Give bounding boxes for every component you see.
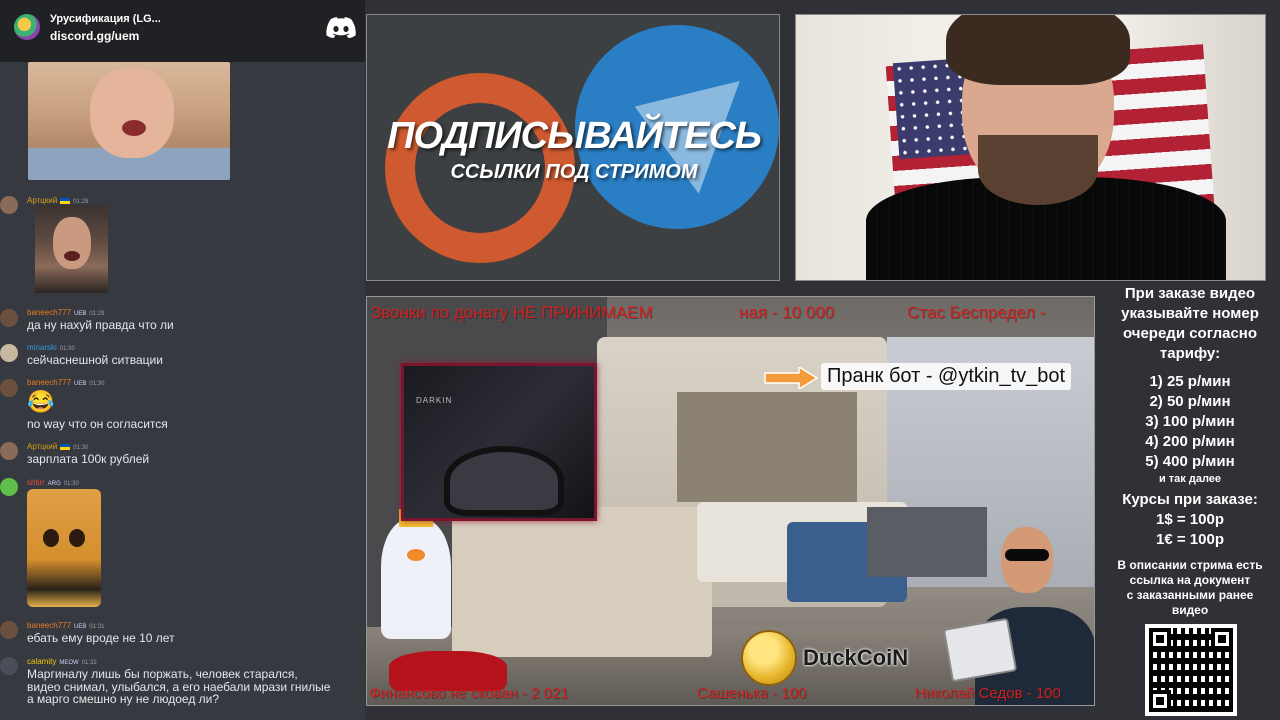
user-badge: UEB [74,311,87,317]
message-text: сейчаснешной ситвации [27,353,163,367]
chat-username[interactable]: Артцкий 01:30 [27,442,88,451]
stair-shelving [452,507,712,657]
message-time: 01:29 [89,311,105,317]
user-badge: MEOW [59,660,79,666]
username-text: baneech777 [27,308,72,317]
info-note-line: с заказанными ранее [1126,588,1254,602]
ice-king-figure [381,509,451,639]
server-avatar [14,14,40,40]
stream-scene: DARKIN Пранк бот - @ytkin_tv_bot Звонки … [366,296,1095,706]
tariff-item: 5) 400 р/мин [1145,453,1235,470]
donation-ticker-bottom-right: Николай Седов - 100 [915,685,1061,702]
info-note-line: ссылка на документ [1129,573,1251,587]
message-time: 01:32 [81,660,97,666]
avatar[interactable] [0,379,18,397]
username-text: minarski [27,343,57,352]
chat-username[interactable]: minarski 01:30 [27,343,75,352]
message-time: 01:31 [89,624,105,630]
message-text: ебать ему вроде не 10 лет [27,631,175,645]
chat-username[interactable]: shtirr ARG 01:30 [27,478,79,487]
stream-layout: Урусификация (LG... discord.gg/uem Артцк… [0,0,1280,720]
donation-ticker-bottom-mid: Сашенька - 100 [697,685,807,702]
message-text-line: а марго смешно ну не людоед ли? [27,692,220,706]
promo-subtitle: ССЫЛКИ ПОД СТРИМОМ [450,161,698,183]
streamer-beard [978,135,1098,205]
headset-icon [444,446,564,516]
donation-ticker-left: Звонки по донату НЕ ПРИНИМАЕМ [371,303,653,322]
info-heading-line: указывайте номер [1121,305,1259,322]
discord-server-title: Урусификация (LG... [50,13,161,25]
message-time: 01:30 [73,445,89,451]
ukraine-flag-badge [60,197,71,204]
message-text: да ну нахуй правда что ли [27,318,174,332]
chat-username[interactable]: baneech777 UEB 01:31 [27,621,104,630]
duckcoin-label: DuckCoiN [803,645,909,670]
info-heading-line: При заказе видео [1124,285,1256,302]
discord-icon [326,17,356,38]
tariff-item: 3) 100 р/мин [1145,413,1235,430]
overlay-webcam: DARKIN [401,363,597,521]
message-time: 01:30 [59,346,75,352]
discord-banner[interactable]: Урусификация (LG... discord.gg/uem [0,0,365,62]
tariff-item: 4) 200 р/мин [1145,433,1235,450]
message-time: 01:30 [63,481,79,487]
message-time: 01:30 [89,381,105,387]
username-text: Артцкий [27,196,58,205]
qr-code-icon[interactable] [1145,624,1237,716]
tariff-etc: и так далее [1158,473,1222,485]
message-text-line: Маргиналу лишь бы поржать, человек стара… [27,667,298,681]
duckcoin-icon [741,630,797,686]
username-text: baneech777 [27,621,72,630]
discord-invite-link[interactable]: discord.gg/uem [50,29,139,43]
subscribe-promo-panel: ПОДПИСЫВАЙТЕСЬ ССЫЛКИ ПОД СТРИМОМ [366,14,780,281]
promo-title: ПОДПИСЫВАЙТЕСЬ [387,115,762,157]
info-heading-line: тарифу: [1159,345,1221,362]
avatar[interactable] [0,344,18,362]
prank-bot-label: Пранк бот - @ytkin_tv_bot [821,363,1072,390]
webcam-feed [795,14,1266,281]
exchange-rate: 1$ = 100р [1156,511,1224,528]
username-text: calamity [27,657,57,666]
donation-ticker-mid: ная - 10 000 [739,303,835,322]
user-badge: UEB [74,381,87,387]
courses-title: Курсы при заказе: [1122,491,1258,508]
crying-baby-image[interactable] [28,62,230,180]
headset-brand: DARKIN [416,396,453,405]
chat-username[interactable]: baneech777 UEB 01:29 [27,308,104,317]
streamer-hair [946,15,1130,85]
donation-ticker-right: Стас Беспредел - [907,303,1046,322]
chat-username[interactable]: Артцкий 01:28 [27,196,88,205]
username-text: Артцкий [27,442,58,451]
chat-panel: Урусификация (LG... discord.gg/uem Артцк… [0,0,365,720]
donation-ticker-bottom-left: Финансово не скован - 2 021 [369,685,569,702]
chat-username[interactable]: baneech777 UEB 01:30 [27,378,104,387]
shouting-man-image[interactable] [35,205,108,293]
avatar[interactable] [0,196,18,214]
message-text: зарплата 100к рублей [27,452,150,466]
exchange-rate: 1€ = 100р [1156,531,1224,548]
message-text: no way что он согласится [27,417,168,431]
username-text: baneech777 [27,378,72,387]
avatar[interactable] [0,309,18,327]
chat-username[interactable]: calamity MEOW 01:32 [27,657,97,666]
cat-sticker-image[interactable] [27,489,101,607]
tariff-item: 1) 25 р/мин [1149,373,1231,390]
suit-man-figure [942,527,1094,705]
avatar[interactable] [0,657,18,675]
ukraine-flag-badge [60,443,71,450]
user-badge: ARG [47,481,61,487]
laughing-emoji-icon: 😂 [27,389,55,414]
tariff-item: 2) 50 р/мин [1149,393,1231,410]
username-text: shtirr [27,478,45,487]
arrow-right-icon [764,367,819,389]
avatar[interactable] [0,478,18,496]
user-badge: UEB [74,624,87,630]
avatar[interactable] [0,621,18,639]
avatar[interactable] [0,442,18,460]
info-heading-line: очереди согласно [1122,325,1258,342]
info-note-line: видео [1171,603,1209,617]
info-note-line: В описании стрима есть [1117,558,1263,572]
